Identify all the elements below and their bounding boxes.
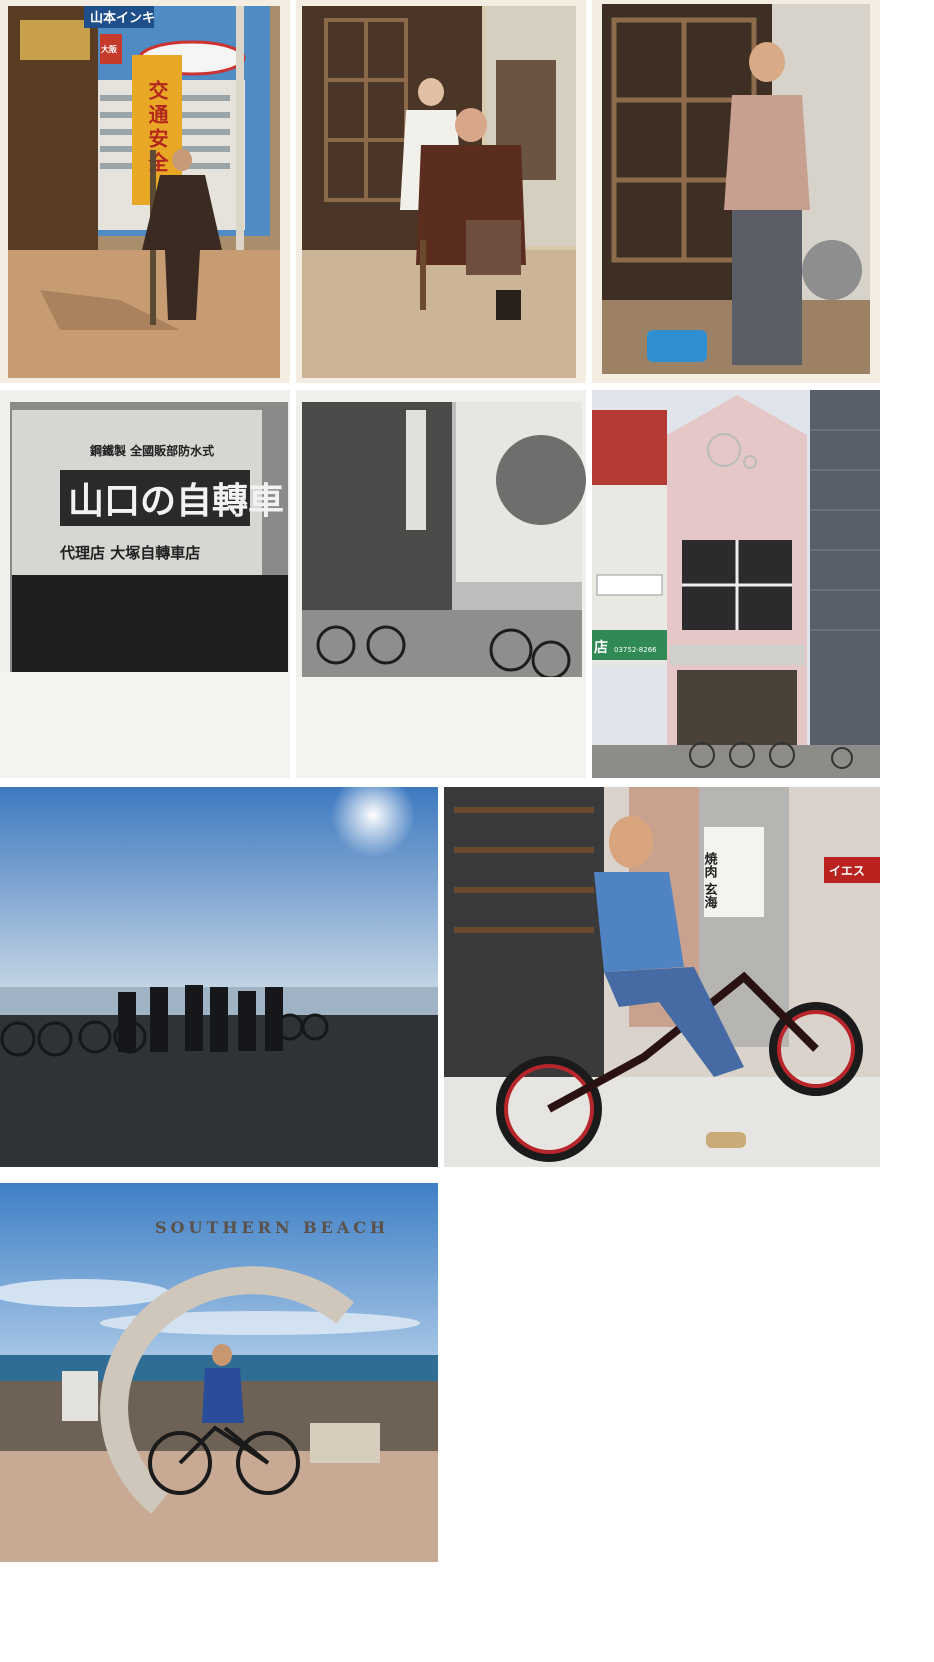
shop-sign-text: 店	[594, 639, 608, 656]
sign-top-text: 鋼鐵製 全國販部防水式	[89, 443, 214, 458]
photo-couple-seated-doorway	[296, 0, 586, 383]
banner-text: 交通安全	[145, 79, 169, 176]
photo-street-bicycles-bw	[296, 390, 586, 778]
phone-text: 03752-8266	[614, 646, 657, 654]
photo-modern-bike-shop-building: 店 03752-8266	[592, 390, 880, 778]
photo-cyclists-silhouette-bay	[0, 787, 438, 1167]
neighbor-sign2-text: イエス	[829, 864, 865, 878]
photo-man-kimono-street: 山本インキ 大阪 交通安全	[0, 0, 290, 383]
photo-southern-beach-monument: SOUTHERN BEACH	[0, 1183, 438, 1562]
photo-man-chopper-bicycle: 焼肉 玄海 イエス	[444, 787, 880, 1167]
neighbor-sign-text: 焼肉 玄海	[702, 851, 718, 910]
sign-ink-text: 山本インキ	[90, 10, 155, 26]
monument-text: SOUTHERN BEACH	[155, 1218, 389, 1237]
sign-main-text: 山口の自轉車	[68, 481, 284, 522]
photo-bicycle-shop-sign-bw: 鋼鐵製 全國販部防水式 山口の自轉車 代理店 大塚自轉車店	[0, 390, 290, 778]
sign-small-text: 大阪	[101, 44, 118, 54]
photo-young-man-sweater	[592, 0, 880, 383]
sign-bottom-text: 代理店 大塚自轉車店	[59, 544, 200, 562]
